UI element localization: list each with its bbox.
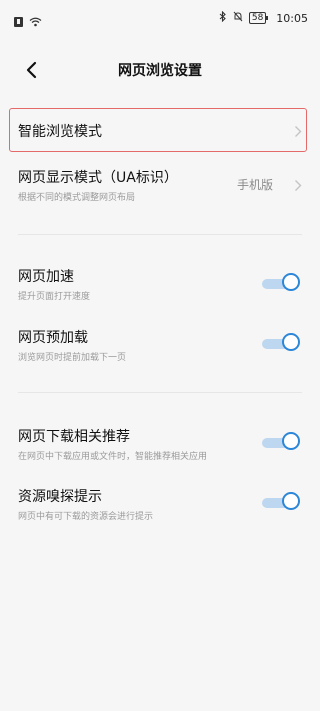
- page-title: 网页浏览设置: [118, 63, 202, 79]
- setting-title: 网页加速: [18, 269, 74, 285]
- setting-title: 网页预加载: [18, 330, 88, 346]
- wifi-icon: [29, 12, 42, 31]
- header: 网页浏览设置: [0, 50, 320, 90]
- status-left: [14, 12, 42, 31]
- chevron-right-icon: [294, 123, 302, 142]
- download-recommend-toggle[interactable]: [262, 432, 300, 454]
- setting-title: 网页显示模式（UA标识）: [18, 170, 178, 186]
- setting-title: 智能浏览模式: [18, 124, 102, 140]
- setting-preload: 网页预加载 浏览网页时提前加载下一页: [0, 322, 320, 372]
- setting-subtitle: 浏览网页时提前加载下一页: [18, 353, 127, 363]
- acceleration-toggle[interactable]: [262, 273, 300, 295]
- setting-subtitle: 网页中有可下载的资源会进行提示: [18, 512, 154, 522]
- divider: [18, 234, 302, 235]
- status-right: 58 10:05: [219, 10, 308, 25]
- setting-title: 资源嗅探提示: [18, 489, 102, 505]
- mute-icon: [233, 11, 243, 25]
- toggle-knob: [282, 333, 300, 351]
- setting-display-mode[interactable]: 网页显示模式（UA标识） 根据不同的模式调整网页布局 手机版: [0, 160, 320, 210]
- setting-download-recommend: 网页下载相关推荐 在网页中下载应用或文件时，智能推荐相关应用: [0, 421, 320, 471]
- status-time: 10:05: [276, 11, 308, 25]
- sim-icon: [14, 16, 23, 27]
- setting-subtitle: 根据不同的模式调整网页布局: [18, 193, 136, 203]
- bluetooth-icon: [219, 10, 227, 25]
- preload-toggle[interactable]: [262, 333, 300, 355]
- toggle-knob: [282, 273, 300, 291]
- setting-subtitle: 在网页中下载应用或文件时，智能推荐相关应用: [18, 452, 208, 462]
- toggle-knob: [282, 492, 300, 510]
- resource-sniff-toggle[interactable]: [262, 492, 300, 514]
- divider: [18, 392, 302, 393]
- setting-smart-mode[interactable]: 智能浏览模式: [0, 108, 320, 152]
- setting-title: 网页下载相关推荐: [18, 429, 130, 445]
- status-bar: 58 10:05: [0, 0, 320, 38]
- setting-subtitle: 提升页面打开速度: [18, 292, 91, 302]
- setting-value: 手机版: [236, 178, 273, 192]
- battery-icon: 58: [248, 12, 269, 24]
- chevron-right-icon: [294, 177, 302, 196]
- toggle-knob: [282, 432, 300, 450]
- setting-resource-sniff: 资源嗅探提示 网页中有可下载的资源会进行提示: [0, 481, 320, 531]
- setting-acceleration: 网页加速 提升页面打开速度: [0, 262, 320, 312]
